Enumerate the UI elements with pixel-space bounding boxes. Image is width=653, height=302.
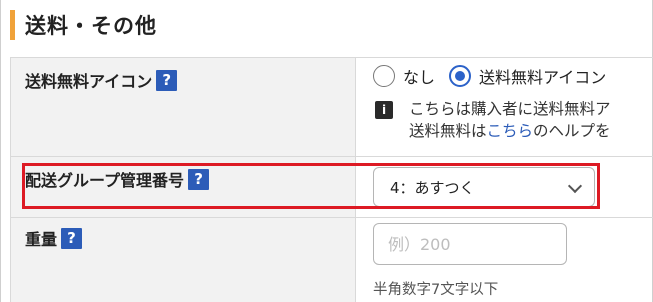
help-icon[interactable]: ? — [61, 227, 83, 249]
info-icon: i — [375, 101, 393, 119]
info-note: i こちらは購入者に送料無料ア 送料無料はこちらのヘルプを — [375, 98, 611, 142]
section-accent-bar — [10, 10, 15, 40]
label-cell: 送料無料アイコン ? — [11, 58, 356, 156]
label-cell: 重量 ? — [11, 218, 356, 302]
row-delivery-group: 配送グループ管理番号 ? 4：あすつく — [11, 157, 653, 218]
section-title: 送料・その他 — [25, 14, 157, 38]
row-shipping-icon: 送料無料アイコン ? なし 送料無料アイコン i こちらは購入者に送料無料ア 送… — [11, 58, 653, 157]
info-line-2: 送料無料はこちらのヘルプを — [375, 120, 611, 142]
chevron-down-icon — [567, 178, 583, 194]
weight-label: 重量 — [25, 230, 58, 249]
label-cell: 配送グループ管理番号 ? — [11, 157, 356, 217]
radio-none-label[interactable]: なし — [403, 64, 435, 88]
form-table: 送料無料アイコン ? なし 送料無料アイコン i こちらは購入者に送料無料ア 送… — [10, 57, 653, 302]
radio-free-shipping-icon[interactable] — [449, 65, 472, 87]
radio-none[interactable] — [373, 65, 395, 87]
delivery-group-label: 配送グループ管理番号 — [25, 171, 185, 190]
weight-input[interactable] — [373, 223, 567, 265]
field-label: 配送グループ管理番号 ? — [25, 167, 210, 191]
help-link[interactable]: こちら — [487, 122, 534, 140]
delivery-group-selected-value: 4：あすつく — [390, 178, 475, 197]
field-label: 重量 ? — [25, 226, 83, 250]
section-header: 送料・その他 — [10, 10, 157, 40]
info-line-1: こちらは購入者に送料無料ア — [409, 100, 611, 118]
weight-hint: 半角数字7文字以下 — [373, 282, 499, 298]
radio-free-shipping-icon-label[interactable]: 送料無料アイコン — [479, 64, 606, 88]
row-weight: 重量 ? 半角数字7文字以下 — [11, 218, 653, 302]
help-icon[interactable]: ? — [188, 168, 210, 190]
info-line-2-prefix: 送料無料は — [409, 122, 487, 140]
shipping-icon-radio-group: なし 送料無料アイコン — [373, 64, 620, 88]
info-line-2-suffix: のヘルプを — [533, 122, 611, 140]
delivery-group-select[interactable]: 4：あすつく — [373, 167, 595, 207]
help-icon[interactable]: ? — [156, 69, 178, 91]
field-label: 送料無料アイコン ? — [25, 68, 178, 92]
shipping-icon-label: 送料無料アイコン — [25, 72, 153, 91]
